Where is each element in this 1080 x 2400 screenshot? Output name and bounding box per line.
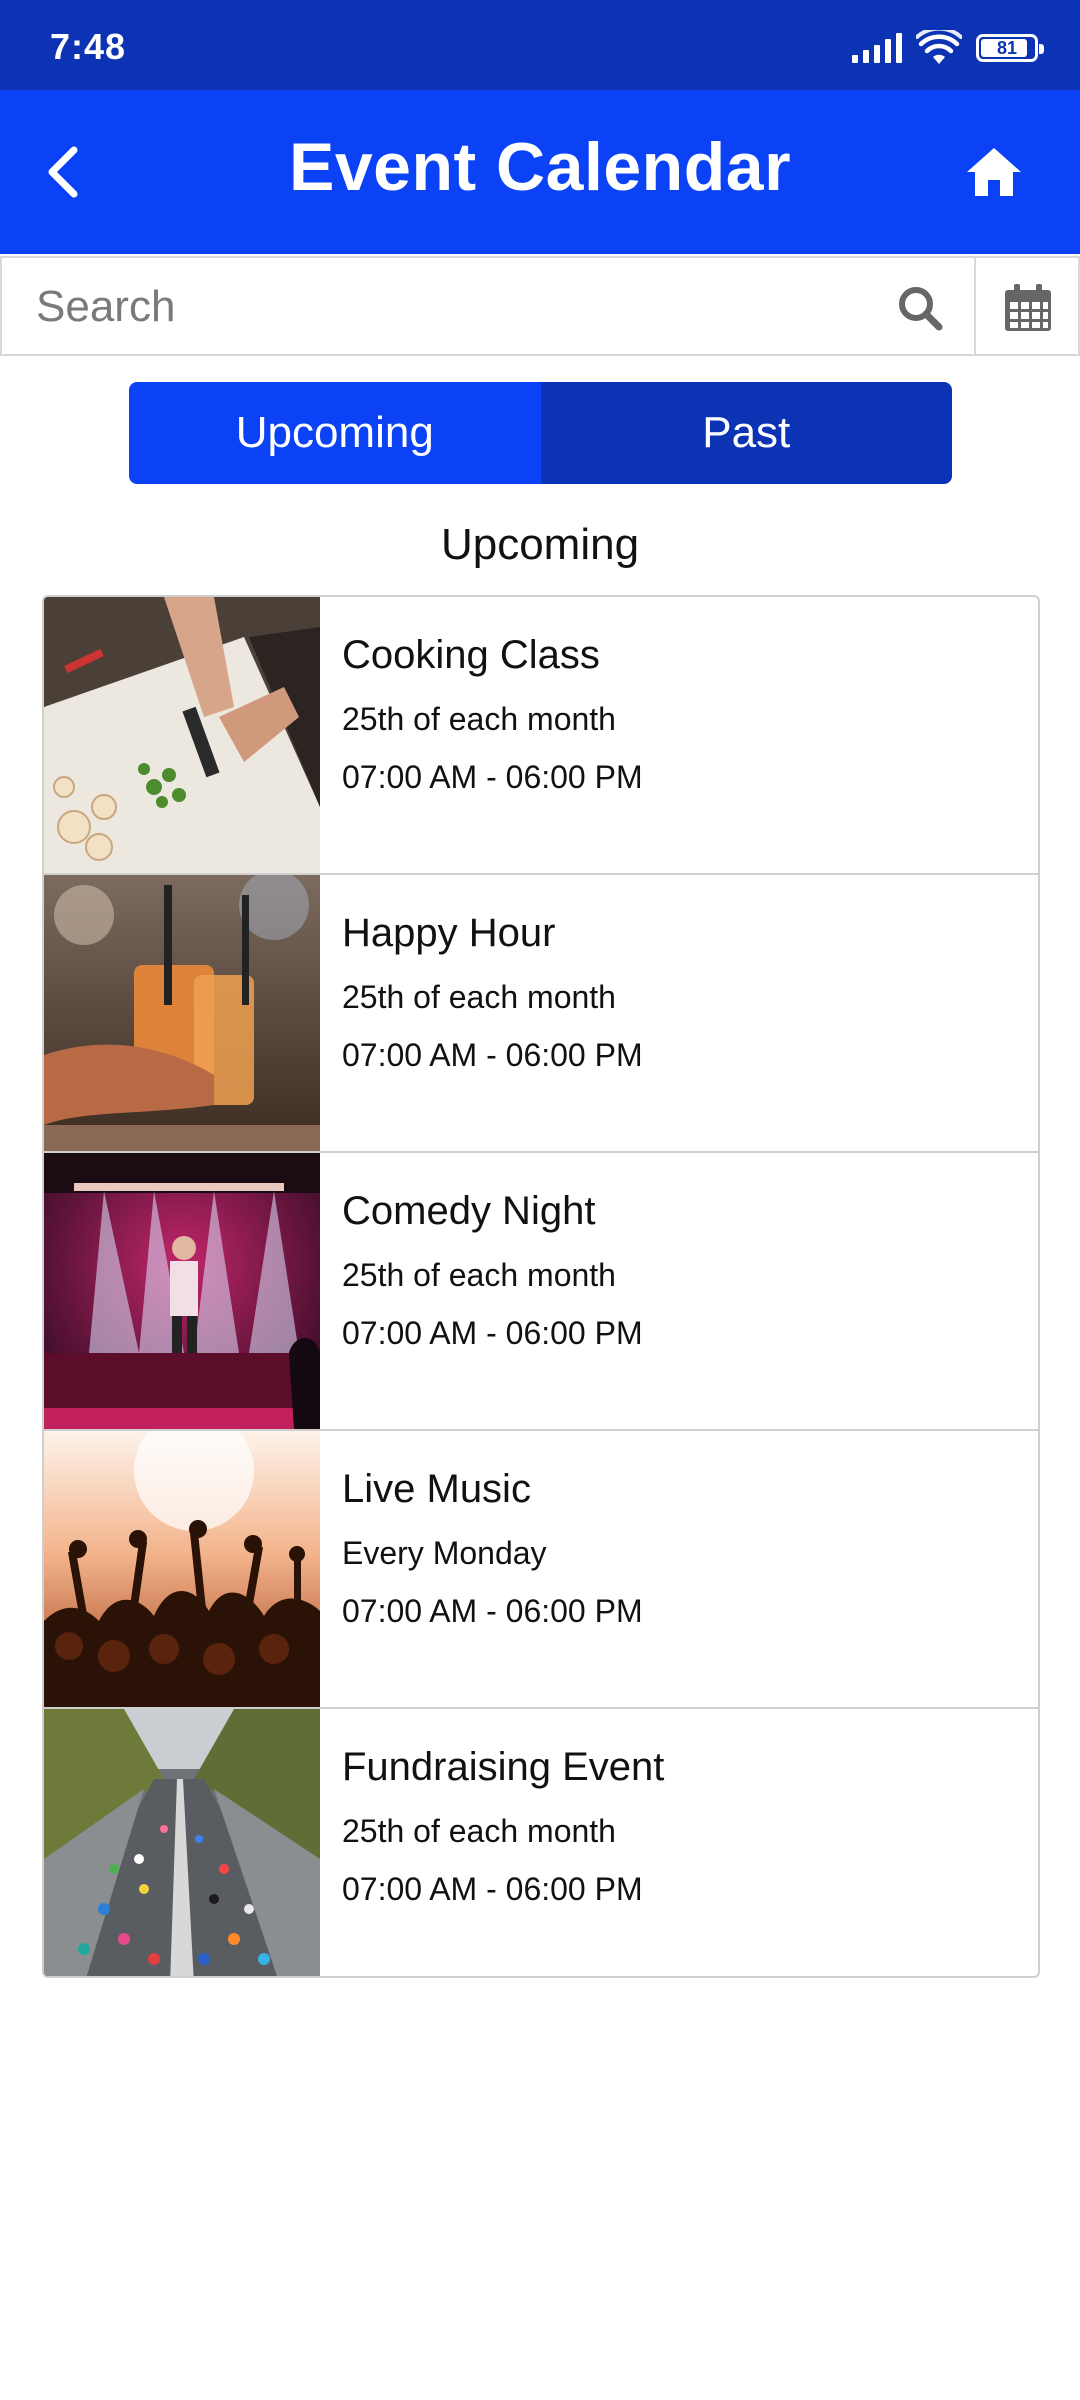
wifi-icon (916, 30, 962, 64)
page-title: Event Calendar (288, 129, 792, 205)
event-name: Fundraising Event (342, 1745, 665, 1789)
event-item[interactable]: Fundraising Event 25th of each month 07:… (44, 1709, 1038, 1976)
battery-level: 81 (996, 37, 1018, 58)
event-name: Live Music (342, 1467, 531, 1511)
event-hours: 07:00 AM - 06:00 PM (342, 1593, 643, 1629)
event-name: Comedy Night (342, 1189, 596, 1233)
event-list: Cooking Class 25th of each month 07:00 A… (42, 595, 1040, 1978)
home-button[interactable] (964, 142, 1024, 202)
search-bar (0, 256, 1080, 356)
section-title: Upcoming (440, 520, 640, 569)
event-recurrence: 25th of each month (342, 701, 616, 737)
calendar-icon[interactable] (1002, 282, 1054, 334)
cocktail-photo (44, 875, 320, 1151)
event-recurrence: Every Monday (342, 1535, 547, 1571)
app-bar: Event Calendar (0, 90, 1080, 254)
status-time: 7:48 (50, 26, 127, 67)
event-recurrence: 25th of each month (342, 979, 616, 1015)
event-recurrence: 25th of each month (342, 1813, 616, 1849)
event-name: Cooking Class (342, 633, 600, 677)
concert-crowd-photo (44, 1431, 320, 1707)
search-input[interactable] (34, 276, 858, 338)
status-bar: 7:48 81 (0, 0, 1080, 90)
event-hours: 07:00 AM - 06:00 PM (342, 1871, 643, 1907)
battery-icon: 81 (976, 34, 1044, 62)
tab-upcoming[interactable]: Upcoming (129, 382, 541, 484)
stage-photo (44, 1153, 320, 1429)
marathon-runners-photo (44, 1709, 320, 1976)
tab-past[interactable]: Past (540, 382, 952, 484)
event-hours: 07:00 AM - 06:00 PM (342, 1037, 643, 1073)
home-icon (967, 148, 1021, 196)
status-icons: 81 (852, 30, 1044, 66)
event-hours: 07:00 AM - 06:00 PM (342, 1315, 643, 1351)
cooking-photo (44, 597, 320, 873)
event-hours: 07:00 AM - 06:00 PM (342, 759, 643, 795)
event-filter-tabs: Upcoming Past (129, 382, 952, 484)
event-item[interactable]: Happy Hour 25th of each month 07:00 AM -… (44, 875, 1038, 1151)
event-item[interactable]: Live Music Every Monday 07:00 AM - 06:00… (44, 1431, 1038, 1707)
search-icon[interactable] (896, 284, 944, 332)
signal-icon (852, 33, 902, 63)
event-item[interactable]: Comedy Night 25th of each month 07:00 AM… (44, 1153, 1038, 1429)
event-name: Happy Hour (342, 911, 556, 955)
event-recurrence: 25th of each month (342, 1257, 616, 1293)
search-divider (974, 258, 976, 354)
event-item[interactable]: Cooking Class 25th of each month 07:00 A… (44, 597, 1038, 873)
